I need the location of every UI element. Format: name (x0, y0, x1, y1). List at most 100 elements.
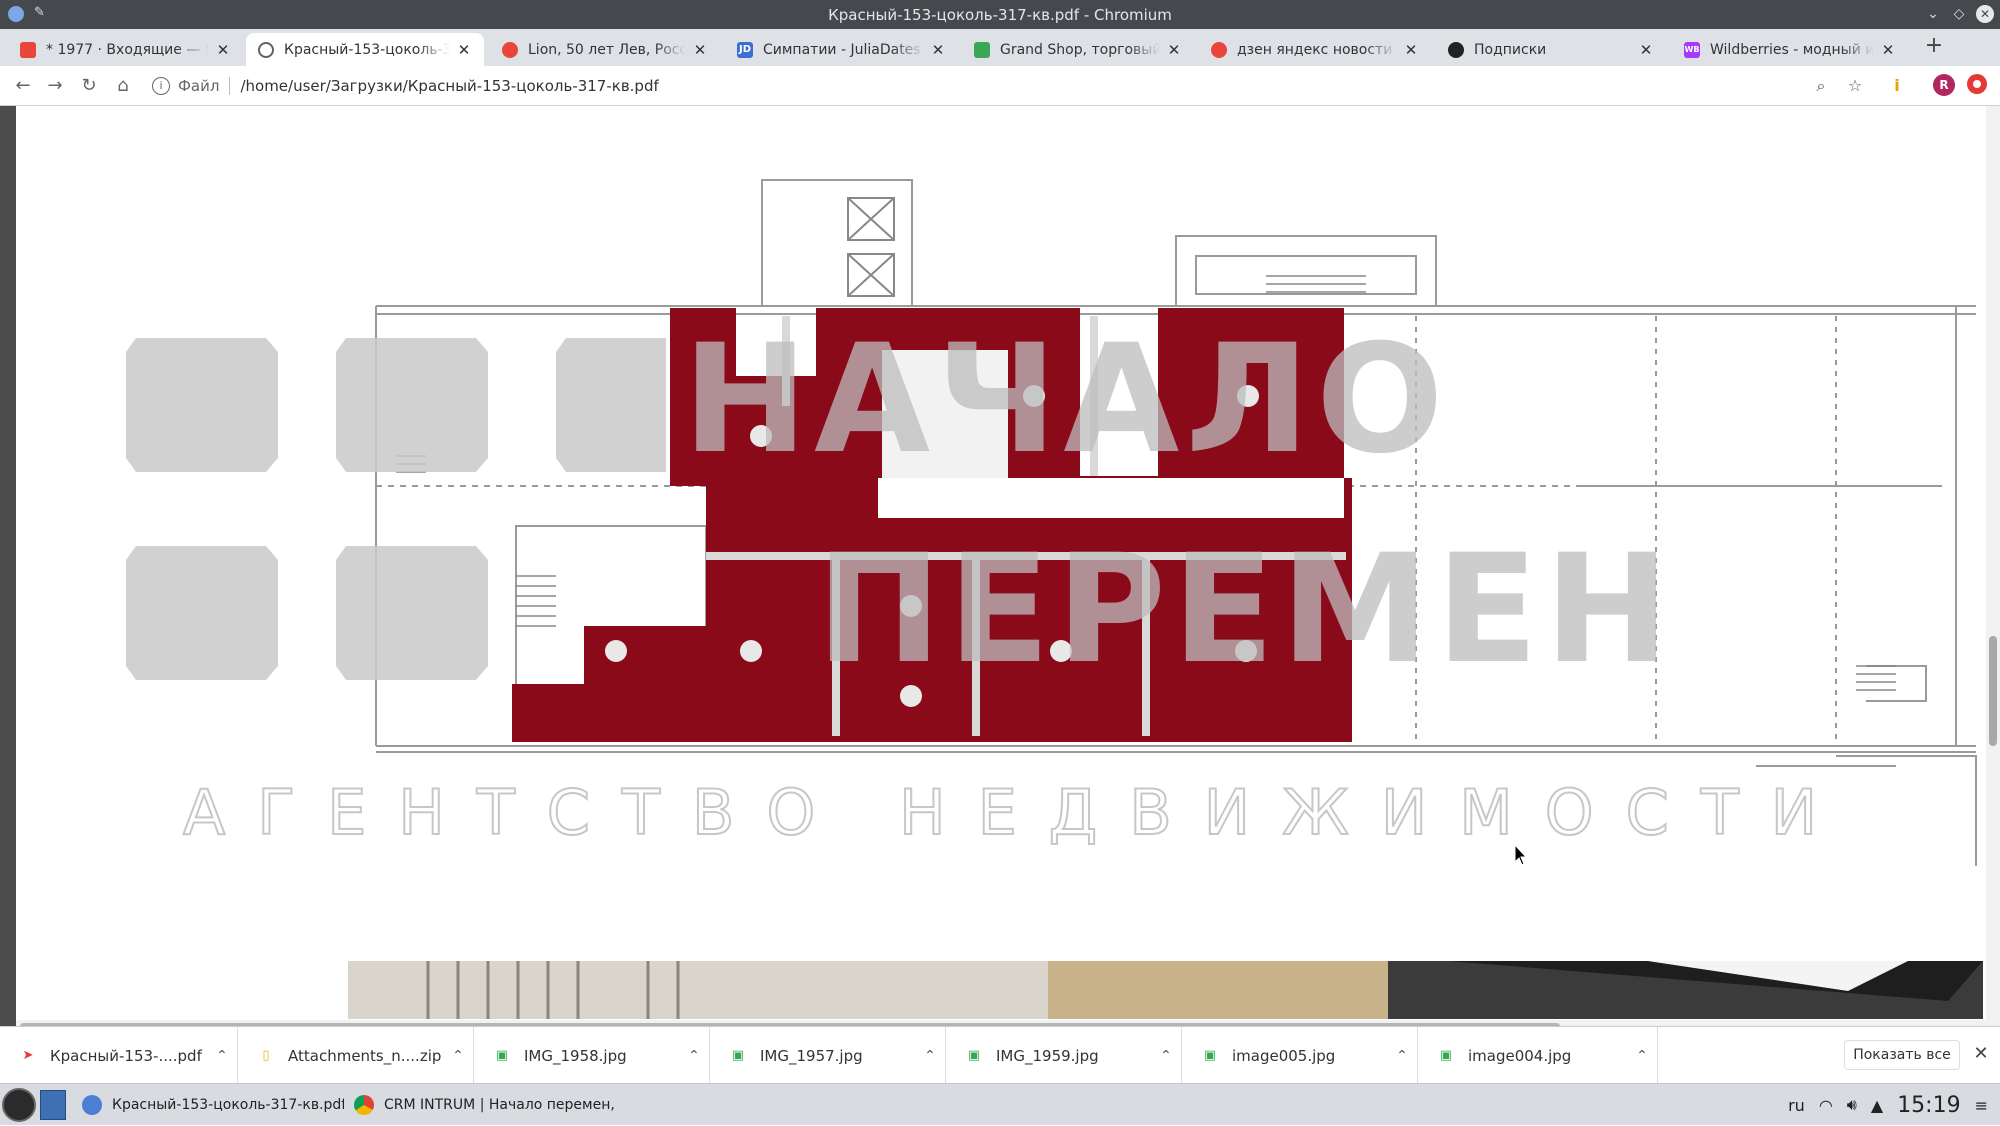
taskbar-window-crm[interactable]: CRM INTRUM | Начало перемен, ... (346, 1088, 616, 1122)
floor-plan-page: НАЧАЛО ПЕРЕМЕН АГЕНТСТВО НЕДВИЖИМОСТИ (126, 179, 1977, 866)
mail-icon (20, 41, 36, 58)
image-icon: ▣ (1439, 1047, 1453, 1063)
download-item[interactable]: ▣ image004.jpg ⌃ (1418, 1027, 1658, 1084)
start-menu-icon[interactable] (2, 1088, 36, 1122)
scheme-label: Файл (178, 77, 220, 95)
maps-icon (974, 41, 990, 58)
reload-icon[interactable]: ↻ (78, 75, 100, 97)
close-tab-icon[interactable]: ✕ (1403, 41, 1419, 59)
tab-label: Подписки (1474, 41, 1547, 58)
close-tab-icon[interactable]: ✕ (1880, 41, 1896, 59)
home-icon[interactable]: ⌂ (112, 75, 134, 97)
rss-icon[interactable]: ◠ (1819, 1096, 1833, 1115)
tab-grand-shop[interactable]: Grand Shop, торговый центр ✕ (962, 33, 1194, 66)
tab-juliadates[interactable]: JD Симпатии - JuliaDates ✕ (725, 33, 958, 66)
taskbar-window-label: Красный-153-цоколь-317-кв.pdf ... (112, 1097, 344, 1113)
download-name: IMG_1959.jpg (996, 1046, 1099, 1065)
download-name: image004.jpg (1468, 1046, 1572, 1065)
viewer-gutter (0, 106, 16, 1026)
close-tab-icon[interactable]: ✕ (1166, 41, 1182, 59)
tab-pdf-document[interactable]: Красный-153-цоколь-317-кв.pdf ✕ (246, 33, 484, 66)
chevron-up-icon[interactable]: ⌃ (679, 1048, 709, 1064)
extension-icon[interactable] (1967, 74, 1987, 94)
tab-wildberries[interactable]: WB Wildberries - модный интернет-магазин… (1672, 33, 1908, 66)
zoom-icon[interactable]: ⌕ (1810, 75, 1832, 97)
menu-icon[interactable]: ≡ (1975, 1096, 1988, 1115)
maximize-icon[interactable]: ◇ (1950, 5, 1968, 23)
vertical-scrollbar-thumb[interactable] (1989, 636, 1997, 746)
show-desktop-icon[interactable] (40, 1090, 66, 1120)
chevron-up-icon[interactable]: ⌃ (1627, 1048, 1657, 1064)
bookmark-star-icon[interactable]: ☆ (1844, 75, 1866, 97)
profile-avatar[interactable]: R (1933, 74, 1955, 96)
download-item[interactable]: ▣ IMG_1958.jpg ⌃ (474, 1027, 710, 1084)
forward-arrow-icon[interactable]: → (44, 75, 66, 97)
tab-label: * 1977 · Входящие — Яндекс.Почта (46, 41, 209, 58)
download-item[interactable]: ▣ image005.jpg ⌃ (1182, 1027, 1418, 1084)
new-tab-button[interactable]: + (1922, 34, 1946, 58)
download-name: Красный-153-....pdf (50, 1046, 202, 1065)
watermark-line-2: ПЕРЕМЕН (816, 523, 1676, 697)
download-item[interactable]: ▣ IMG_1959.jpg ⌃ (946, 1027, 1182, 1084)
tab-dzen-yandex[interactable]: дзен яндекс новости — Яндекс ✕ (1199, 33, 1431, 66)
close-downloads-bar-icon[interactable]: ✕ (1970, 1043, 1992, 1065)
minimize-icon[interactable]: ⌄ (1924, 5, 1942, 23)
system-tray: ru ◠ 🔊︎ ▲ 15:19 ≡ (1788, 1084, 2000, 1126)
next-page-photo (348, 961, 1983, 1019)
image-icon: ▣ (1203, 1047, 1217, 1063)
extension-info-icon[interactable]: i (1886, 75, 1908, 97)
chevron-up-icon[interactable]: ⌃ (1151, 1048, 1181, 1064)
taskbar: Красный-153-цоколь-317-кв.pdf ... CRM IN… (0, 1083, 2000, 1125)
window-title: Красный-153-цоколь-317-кв.pdf - Chromium (828, 6, 1172, 24)
address-bar[interactable]: i Файл /home/user/Загрузки/Красный-153-ц… (152, 73, 1852, 99)
pdf-viewer: НАЧАЛО ПЕРЕМЕН АГЕНТСТВО НЕДВИЖИМОСТИ (0, 106, 2000, 1032)
download-item[interactable]: ▣ IMG_1957.jpg ⌃ (710, 1027, 946, 1084)
close-tab-icon[interactable]: ✕ (215, 41, 231, 59)
tab-label: дзен яндекс новости — Яндекс (1237, 41, 1397, 58)
tray-expand-icon[interactable]: ▲ (1871, 1096, 1883, 1115)
show-all-downloads-button[interactable]: Показать все (1844, 1040, 1960, 1070)
tab-subscriptions[interactable]: Подписки ✕ (1436, 33, 1666, 66)
download-item[interactable]: ▯ Attachments_n....zip ⌃ (238, 1027, 474, 1084)
tab-label: Grand Shop, торговый центр (1000, 41, 1160, 58)
tab-label: Красный-153-цоколь-317-кв.pdf (284, 41, 450, 58)
download-name: IMG_1958.jpg (524, 1046, 627, 1065)
close-tab-icon[interactable]: ✕ (930, 41, 946, 59)
wildberries-icon: WB (1684, 41, 1700, 58)
address-divider (229, 77, 231, 95)
pdf-icon: ➤ (22, 1047, 34, 1063)
taskbar-window-pdf[interactable]: Красный-153-цоколь-317-кв.pdf ... (74, 1088, 344, 1122)
watermark-line-1: НАЧАЛО (682, 313, 1449, 487)
zip-icon: ▯ (262, 1047, 270, 1063)
info-icon[interactable]: i (152, 77, 170, 95)
download-name: image005.jpg (1232, 1046, 1336, 1065)
juliadates-icon: JD (737, 41, 753, 58)
image-icon: ▣ (731, 1047, 745, 1063)
tab-label: Lion, 50 лет Лев, Россия, Новосибирск (528, 41, 686, 58)
chevron-up-icon[interactable]: ⌃ (207, 1048, 237, 1064)
clock[interactable]: 15:19 (1897, 1093, 1960, 1118)
tab-lion-profile[interactable]: Lion, 50 лет Лев, Россия, Новосибирск ✕ (490, 33, 720, 66)
chevron-up-icon[interactable]: ⌃ (1387, 1048, 1417, 1064)
tab-yandex-mail[interactable]: * 1977 · Входящие — Яндекс.Почта ✕ (8, 33, 243, 66)
download-name: Attachments_n....zip (288, 1046, 442, 1065)
close-tab-icon[interactable]: ✕ (1638, 41, 1654, 59)
close-tab-icon[interactable]: ✕ (456, 41, 472, 59)
close-window-icon[interactable]: ✕ (1976, 5, 1994, 23)
volume-icon[interactable]: 🔊︎ (1847, 1095, 1857, 1115)
image-icon: ▣ (967, 1047, 981, 1063)
mouse-cursor-icon (1514, 844, 1528, 866)
vertical-scrollbar[interactable] (1986, 106, 2000, 1026)
chevron-up-icon[interactable]: ⌃ (915, 1048, 945, 1064)
download-item[interactable]: ➤ Красный-153-....pdf ⌃ (0, 1027, 238, 1084)
close-tab-icon[interactable]: ✕ (692, 41, 708, 59)
image-icon: ▣ (495, 1047, 509, 1063)
chevron-up-icon[interactable]: ⌃ (443, 1048, 473, 1064)
tab-strip: * 1977 · Входящие — Яндекс.Почта ✕ Красн… (0, 29, 2000, 66)
url-text[interactable]: /home/user/Загрузки/Красный-153-цоколь-3… (240, 77, 658, 95)
tab-label: Симпатии - JuliaDates (763, 41, 921, 58)
chrome-icon (354, 1095, 374, 1115)
downloads-bar: ➤ Красный-153-....pdf ⌃ ▯ Attachments_n.… (0, 1026, 2000, 1084)
keyboard-layout[interactable]: ru (1788, 1096, 1805, 1115)
back-arrow-icon[interactable]: ← (12, 75, 34, 97)
